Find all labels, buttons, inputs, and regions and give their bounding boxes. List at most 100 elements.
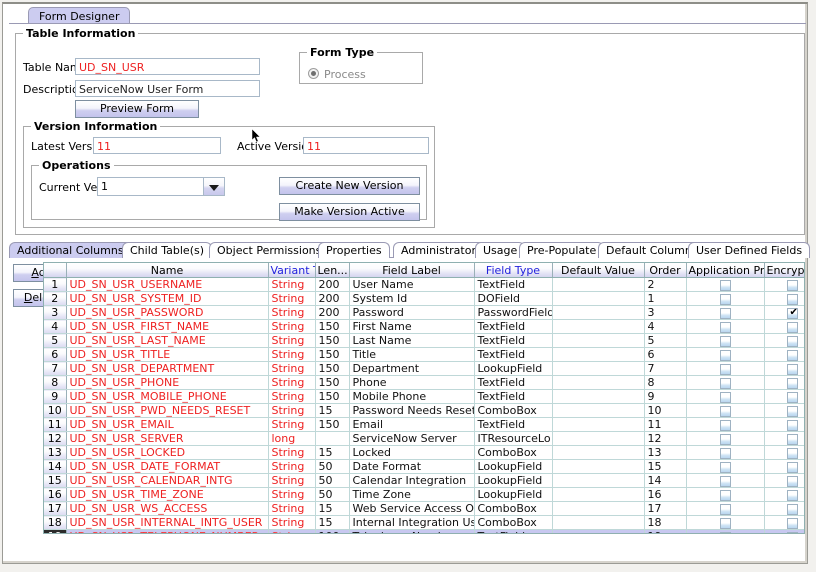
encrypted-checkbox[interactable] — [787, 461, 799, 473]
cell-name[interactable]: UD_SN_USR_SYSTEM_ID — [66, 291, 269, 306]
cell-encrypted[interactable] — [764, 333, 804, 348]
tab-properties[interactable]: Properties — [318, 242, 390, 258]
cell-defval[interactable] — [552, 459, 645, 474]
cell-application-profile[interactable] — [686, 291, 765, 306]
cell-num[interactable]: 14 — [44, 459, 67, 474]
cell-type[interactable]: ComboBox — [474, 403, 553, 418]
cell-len[interactable]: 50 — [315, 487, 350, 502]
application-profile-checkbox[interactable] — [719, 447, 731, 459]
cell-order[interactable]: 3 — [644, 305, 687, 320]
cell-num[interactable]: 5 — [44, 333, 67, 348]
encrypted-checkbox[interactable] — [787, 517, 799, 529]
cell-encrypted[interactable] — [764, 417, 804, 432]
cell-application-profile[interactable] — [686, 487, 765, 502]
cell-name[interactable]: UD_SN_USR_CALENDAR_INTG — [66, 473, 269, 488]
cell-name[interactable]: UD_SN_USR_USERNAME — [66, 277, 269, 292]
table-row[interactable]: 10 UD_SN_USR_PWD_NEEDS_RESET String 15 Passw… — [44, 403, 804, 418]
cell-len[interactable]: 15 — [315, 445, 350, 460]
application-profile-checkbox[interactable] — [719, 405, 731, 417]
cell-variant[interactable]: String — [268, 305, 316, 320]
cell-len[interactable]: 200 — [315, 305, 350, 320]
cell-variant[interactable]: String — [268, 319, 316, 334]
encrypted-checkbox[interactable] — [787, 447, 799, 459]
cell-type[interactable]: LookupField — [474, 487, 553, 502]
cell-application-profile[interactable] — [686, 501, 765, 516]
col-header-application-profile[interactable]: Application Pro... — [686, 263, 765, 278]
cell-application-profile[interactable] — [686, 361, 765, 376]
cell-application-profile[interactable] — [686, 445, 765, 460]
application-profile-checkbox[interactable] — [719, 531, 731, 533]
cell-variant[interactable]: String — [268, 333, 316, 348]
additional-columns-table[interactable]: Name Variant Ty... Len... Field Label Fi… — [43, 262, 805, 534]
cell-encrypted[interactable] — [764, 375, 804, 390]
encrypted-checkbox[interactable] — [787, 377, 799, 389]
cell-len[interactable] — [315, 431, 350, 446]
cell-num[interactable]: 19 — [44, 529, 67, 533]
encrypted-checkbox[interactable] — [787, 489, 799, 501]
cell-encrypted[interactable] — [764, 501, 804, 516]
cell-defval[interactable] — [552, 529, 645, 533]
cell-encrypted[interactable] — [764, 319, 804, 334]
cell-num[interactable]: 4 — [44, 319, 67, 334]
cell-num[interactable]: 17 — [44, 501, 67, 516]
cell-defval[interactable] — [552, 403, 645, 418]
table-row[interactable]: 2 UD_SN_USR_SYSTEM_ID String 200 System Id DO… — [44, 291, 804, 306]
cell-order[interactable]: 16 — [644, 487, 687, 502]
cell-name[interactable]: UD_SN_USR_PWD_NEEDS_RESET — [66, 403, 269, 418]
cell-num[interactable]: 8 — [44, 375, 67, 390]
cell-type[interactable]: LookupField — [474, 459, 553, 474]
cell-name[interactable]: UD_SN_USR_TELEPHONE_NUMBER — [66, 529, 269, 533]
application-profile-checkbox[interactable] — [719, 377, 731, 389]
cell-order[interactable]: 2 — [644, 277, 687, 292]
col-header-field-type[interactable]: Field Type — [474, 263, 553, 278]
cell-num[interactable]: 15 — [44, 473, 67, 488]
cell-type[interactable]: ComboBox — [474, 501, 553, 516]
table-row[interactable]: 4 UD_SN_USR_FIRST_NAME String 150 First Name… — [44, 319, 804, 334]
application-profile-checkbox[interactable] — [719, 321, 731, 333]
cell-defval[interactable] — [552, 319, 645, 334]
table-row[interactable]: 1 UD_SN_USR_USERNAME String 200 User Name Tex… — [44, 277, 804, 292]
cell-len[interactable]: 150 — [315, 361, 350, 376]
col-header-encrypted[interactable]: Encrypted — [764, 263, 804, 278]
cell-type[interactable]: DOField — [474, 291, 553, 306]
cell-name[interactable]: UD_SN_USR_PHONE — [66, 375, 269, 390]
create-new-version-button[interactable]: Create New Version — [279, 177, 420, 195]
cell-defval[interactable] — [552, 515, 645, 530]
cell-defval[interactable] — [552, 291, 645, 306]
cell-variant[interactable]: String — [268, 389, 316, 404]
cell-variant[interactable]: String — [268, 473, 316, 488]
cell-encrypted[interactable] — [764, 403, 804, 418]
cell-variant[interactable]: String — [268, 529, 316, 533]
cell-len[interactable]: 15 — [315, 515, 350, 530]
cell-len[interactable]: 150 — [315, 333, 350, 348]
table-row[interactable]: 18 UD_SN_USR_INTERNAL_INTG_USER String 15 In… — [44, 515, 804, 530]
cell-len[interactable]: 50 — [315, 473, 350, 488]
cell-len[interactable]: 150 — [315, 375, 350, 390]
encrypted-checkbox[interactable] — [787, 531, 799, 533]
cell-defval[interactable] — [552, 487, 645, 502]
cell-num[interactable]: 7 — [44, 361, 67, 376]
cell-type[interactable]: LookupField — [474, 473, 553, 488]
cell-defval[interactable] — [552, 333, 645, 348]
cell-variant[interactable]: String — [268, 445, 316, 460]
cell-application-profile[interactable] — [686, 473, 765, 488]
cell-encrypted[interactable] — [764, 515, 804, 530]
application-profile-checkbox[interactable] — [719, 433, 731, 445]
cell-defval[interactable] — [552, 375, 645, 390]
cell-len[interactable]: 150 — [315, 417, 350, 432]
cell-order[interactable]: 18 — [644, 515, 687, 530]
table-row[interactable]: 19UD_SN_USR_TELEPHONE_NUMBERString100Tel… — [44, 529, 804, 533]
cell-encrypted[interactable] — [764, 431, 804, 446]
cell-name[interactable]: UD_SN_USR_DEPARTMENT — [66, 361, 269, 376]
cell-label[interactable]: Password Needs Reset — [349, 403, 475, 418]
cell-label[interactable]: User Name — [349, 277, 475, 292]
table-name-input[interactable]: UD_SN_USR — [75, 58, 260, 75]
cell-name[interactable]: UD_SN_USR_FIRST_NAME — [66, 319, 269, 334]
tab-form-designer[interactable]: Form Designer — [28, 7, 131, 24]
cell-len[interactable]: 150 — [315, 389, 350, 404]
cell-num[interactable]: 10 — [44, 403, 67, 418]
cell-variant[interactable]: String — [268, 277, 316, 292]
cell-application-profile[interactable] — [686, 375, 765, 390]
table-row[interactable]: 9 UD_SN_USR_MOBILE_PHONE String 150 Mobile P… — [44, 389, 804, 404]
cell-variant[interactable]: String — [268, 459, 316, 474]
